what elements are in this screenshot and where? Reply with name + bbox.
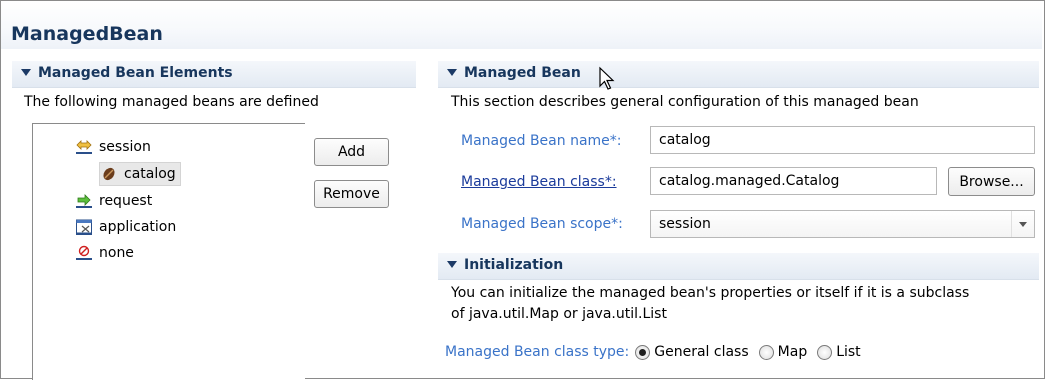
elements-section-title: Managed Bean Elements: [38, 65, 233, 81]
radio-list[interactable]: [817, 344, 833, 360]
none-scope-icon: [75, 244, 93, 262]
mouse-cursor-icon: [599, 66, 615, 90]
bean-scope-select[interactable]: session: [650, 210, 1035, 238]
remove-button[interactable]: Remove: [314, 180, 389, 208]
init-description-line2: of java.util.Map or java.util.List: [451, 306, 667, 322]
twistie-expanded-icon[interactable]: [447, 261, 457, 268]
radio-map[interactable]: [758, 344, 774, 360]
class-type-label: Managed Bean class type:: [445, 344, 630, 360]
page-header: ManagedBean: [1, 1, 1042, 49]
radio-general-class[interactable]: [635, 344, 651, 360]
bean-class-input[interactable]: catalog.managed.Catalog: [650, 167, 937, 195]
init-description-line1: You can initialize the managed bean's pr…: [451, 285, 970, 301]
twistie-expanded-icon[interactable]: [447, 69, 457, 76]
add-button[interactable]: Add: [314, 138, 389, 166]
bean-class-link[interactable]: Managed Bean class*:: [461, 174, 617, 190]
tree-item-none[interactable]: none: [75, 242, 134, 264]
bean-section-header[interactable]: Managed Bean: [438, 60, 1039, 88]
init-section-header[interactable]: Initialization: [438, 252, 1039, 280]
browse-button[interactable]: Browse...: [948, 167, 1035, 196]
elements-section-header[interactable]: Managed Bean Elements: [12, 60, 416, 88]
tree-item-label: application: [99, 219, 177, 235]
bean-section-description: This section describes general configura…: [451, 94, 919, 110]
application-scope-icon: [75, 218, 93, 236]
chevron-down-icon[interactable]: [1011, 211, 1034, 237]
bean-icon: [100, 165, 118, 183]
radio-map-label[interactable]: Map: [778, 344, 808, 360]
tree-item-application[interactable]: application: [75, 216, 176, 238]
init-section-title: Initialization: [464, 257, 564, 273]
bean-scope-value: session: [659, 216, 711, 232]
tree-item-label: session: [99, 139, 151, 155]
class-type-row: Managed Bean class type: General class M…: [445, 344, 861, 360]
bean-scope-label: Managed Bean scope*:: [461, 216, 623, 232]
radio-general-class-label[interactable]: General class: [654, 344, 748, 360]
tree-item-request[interactable]: request: [75, 190, 152, 212]
tree-item-label: none: [99, 245, 134, 261]
request-scope-icon: [75, 192, 93, 210]
radio-list-label[interactable]: List: [836, 344, 860, 360]
tree-item-label: catalog: [124, 166, 176, 182]
managed-bean-tree[interactable]: session catalog request application none: [32, 123, 305, 380]
tree-item-label: request: [99, 193, 153, 209]
session-scope-icon: [75, 138, 93, 156]
bean-section-title: Managed Bean: [464, 65, 581, 81]
twistie-expanded-icon[interactable]: [21, 69, 31, 76]
tree-item-session[interactable]: session: [75, 136, 151, 158]
elements-section-description: The following managed beans are defined: [24, 94, 319, 110]
bean-name-input[interactable]: catalog: [650, 126, 1035, 154]
page-title: ManagedBean: [11, 23, 163, 45]
bean-name-label: Managed Bean name*:: [461, 133, 622, 149]
tree-item-catalog[interactable]: catalog: [99, 162, 181, 186]
bean-class-label-wrap: Managed Bean class*:: [461, 174, 617, 190]
